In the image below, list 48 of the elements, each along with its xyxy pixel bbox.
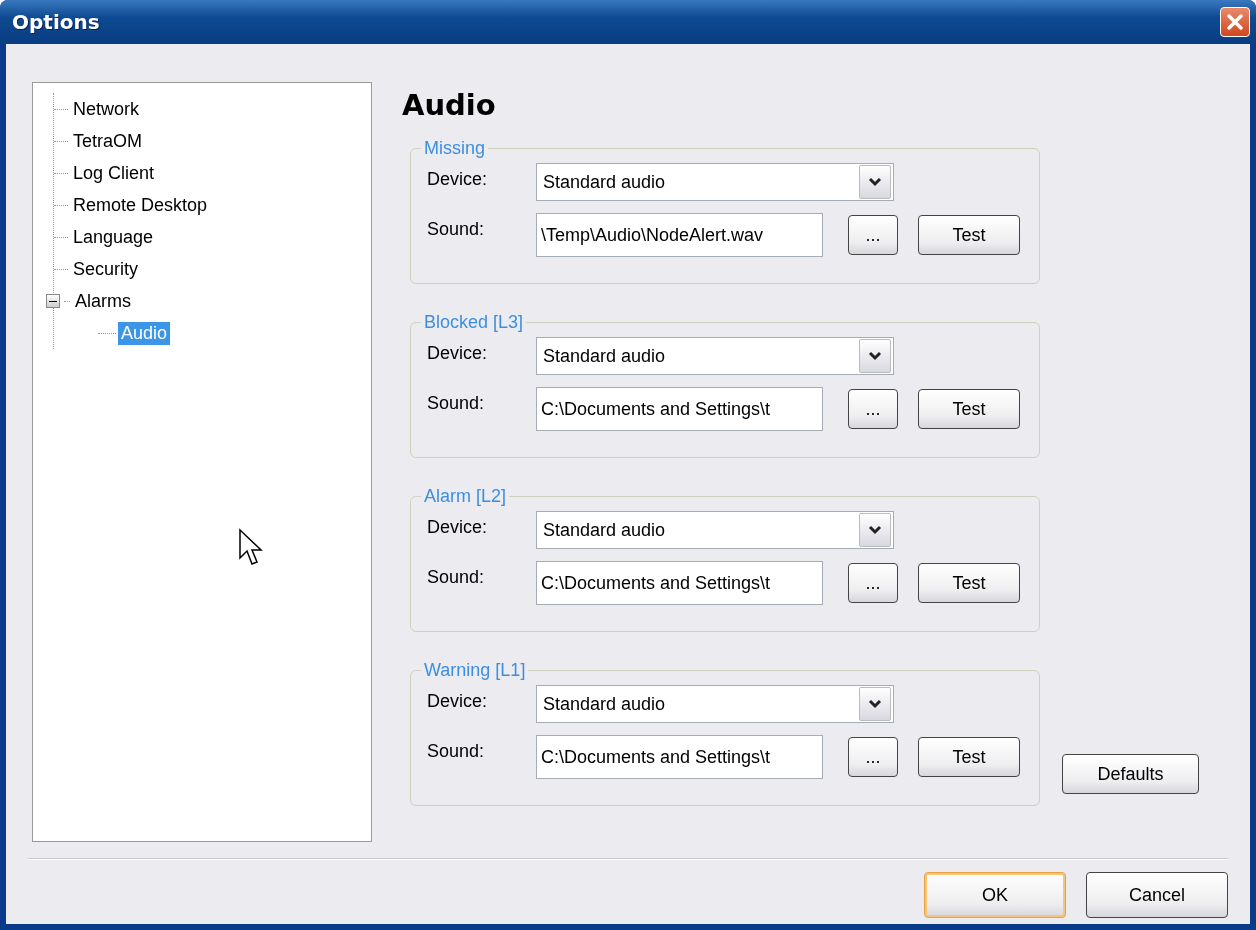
- tree-item[interactable]: Network: [70, 97, 142, 121]
- device-dropdown[interactable]: Standard audio: [536, 685, 894, 723]
- tree-item[interactable]: Security: [70, 257, 142, 281]
- test-button[interactable]: Test: [918, 389, 1020, 429]
- tree-item[interactable]: Remote Desktop: [70, 193, 211, 217]
- test-button[interactable]: Test: [918, 737, 1020, 777]
- field-label: Sound:: [427, 567, 486, 588]
- device-dropdown[interactable]: Standard audio: [536, 337, 894, 375]
- field-label: Device:: [427, 343, 489, 364]
- tree-item[interactable]: Log Client: [70, 161, 158, 185]
- page-title: Audio: [402, 88, 497, 122]
- field-label: Device:: [427, 517, 489, 538]
- sound-field[interactable]: C:\Documents and Settings\t: [536, 735, 823, 779]
- chevron-down-icon: [868, 177, 882, 187]
- sound-field[interactable]: C:\Documents and Settings\t: [536, 561, 823, 605]
- collapse-icon[interactable]: [46, 294, 60, 308]
- close-icon: [1226, 13, 1244, 31]
- dialog-button[interactable]: Cancel: [1086, 872, 1228, 918]
- close-button[interactable]: [1220, 7, 1250, 37]
- defaults-button[interactable]: Defaults: [1062, 754, 1199, 794]
- dialog-button[interactable]: OK: [924, 872, 1066, 918]
- window-title: Options: [12, 10, 100, 34]
- field-label: Sound:: [427, 393, 486, 414]
- group-title: Alarm [L2]: [423, 486, 508, 507]
- test-button[interactable]: Test: [918, 563, 1020, 603]
- field-label: Sound:: [427, 219, 486, 240]
- browse-button[interactable]: ...: [848, 215, 898, 255]
- group-title: Blocked [L3]: [423, 312, 525, 333]
- field-label: Device:: [427, 691, 489, 712]
- device-dropdown[interactable]: Standard audio: [536, 163, 894, 201]
- chevron-down-icon: [868, 699, 882, 709]
- tree-item[interactable]: Alarms: [72, 289, 134, 313]
- browse-button[interactable]: ...: [848, 737, 898, 777]
- tree-item[interactable]: Language: [70, 225, 157, 249]
- mouse-pointer-icon: [238, 528, 264, 568]
- field-label: Device:: [427, 169, 489, 190]
- sound-field[interactable]: C:\Documents and Settings\t: [536, 387, 823, 431]
- group-title: Warning [L1]: [423, 660, 527, 681]
- test-button[interactable]: Test: [918, 215, 1020, 255]
- browse-button[interactable]: ...: [848, 563, 898, 603]
- chevron-down-icon: [868, 525, 882, 535]
- chevron-down-icon: [868, 351, 882, 361]
- device-dropdown[interactable]: Standard audio: [536, 511, 894, 549]
- browse-button[interactable]: ...: [848, 389, 898, 429]
- field-label: Sound:: [427, 741, 486, 762]
- tree-item[interactable]: TetraOM: [70, 129, 145, 153]
- sound-field[interactable]: \Temp\Audio\NodeAlert.wav: [536, 213, 823, 257]
- group-title: Missing: [423, 138, 486, 159]
